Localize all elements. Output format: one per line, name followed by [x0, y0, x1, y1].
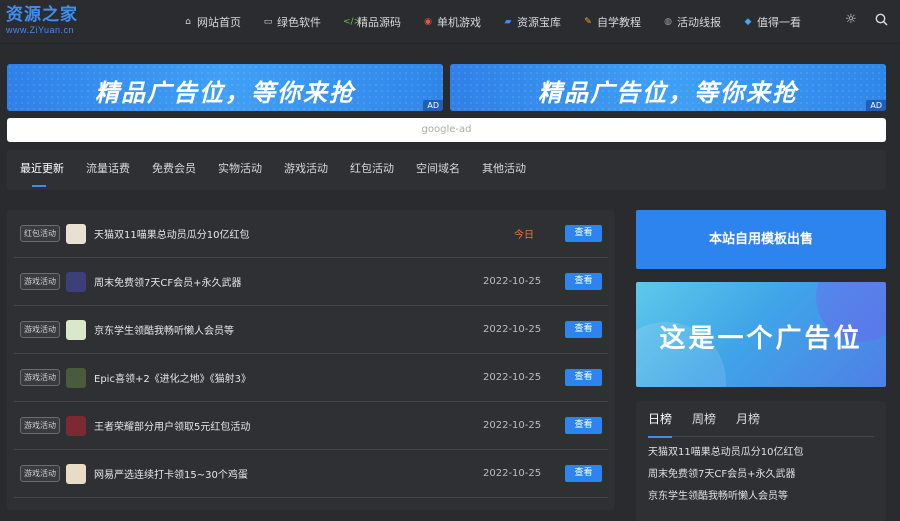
view-button[interactable]: 查看: [565, 225, 602, 242]
item-date: 2022-10-25: [483, 468, 542, 479]
logo-main-text: 资源之家: [6, 5, 78, 25]
banner-ad-text: 精品广告位，等你来抢: [95, 79, 355, 107]
folder-icon: ▰: [504, 17, 512, 27]
globe-icon: ◍: [664, 17, 672, 27]
logo-sub-text: www.ZiYuan.cn: [6, 25, 75, 35]
banner-ad-left[interactable]: 精品广告位，等你来抢 AD: [7, 64, 443, 111]
banner-ad-text: 精品广告位，等你来抢: [538, 79, 798, 107]
template-sale-button[interactable]: 本站自用模板出售: [636, 210, 886, 269]
code-icon: </>: [343, 17, 362, 27]
nav-item-2[interactable]: </> 精品源码: [343, 14, 401, 30]
tab-2[interactable]: 免费会员: [152, 150, 196, 190]
ranking-tab-0[interactable]: 日榜: [648, 401, 673, 438]
item-date: 2022-10-25: [483, 372, 542, 383]
tab-6[interactable]: 空间域名: [416, 150, 460, 190]
nav-item-label: 网站首页: [197, 16, 241, 29]
tab-4[interactable]: 游戏活动: [284, 150, 328, 190]
home-icon: ⌂: [185, 17, 191, 27]
banner-ad-row: 精品广告位，等你来抢 AD 精品广告位，等你来抢 AD: [7, 64, 886, 111]
list-item[interactable]: 游戏活动 王者荣耀部分用户领取5元红包活动 2022-10-25 查看: [14, 402, 608, 450]
item-date: 2022-10-25: [483, 276, 542, 287]
tab-1[interactable]: 流量话费: [86, 150, 130, 190]
view-button[interactable]: 查看: [565, 369, 602, 386]
nav-item-1[interactable]: ▭ 绿色软件: [263, 14, 321, 30]
list-item[interactable]: 游戏活动 京东学生领酷我畅听懒人会员等 2022-10-25 查看: [14, 306, 608, 354]
ranking-tab-1[interactable]: 周榜: [692, 401, 716, 437]
item-thumbnail: [66, 319, 86, 340]
list-item[interactable]: 红包活动 天猫双11喵果总动员瓜分10亿红包 今日 查看: [14, 210, 608, 258]
list-item[interactable]: 游戏活动 Epic喜领+2《进化之地》《猫射3》 2022-10-25 查看: [14, 354, 608, 402]
view-button[interactable]: 查看: [565, 465, 602, 482]
monitor-icon: ▭: [263, 17, 273, 27]
banner-ad-right[interactable]: 精品广告位，等你来抢 AD: [450, 64, 886, 111]
ranking-item[interactable]: 天猫双11喵果总动员瓜分10亿红包: [648, 443, 874, 463]
list-item[interactable]: 游戏活动 周末免费领7天CF会员+永久武器 2022-10-25 查看: [14, 258, 608, 306]
nav-item-6[interactable]: ◍ 活动线报: [663, 14, 721, 30]
ranking-item[interactable]: 京东学生领酷我畅听懒人会员等: [648, 487, 874, 507]
ranking-item[interactable]: 周末免费领7天CF会员+永久武器: [648, 465, 874, 485]
header-actions: ☼: [844, 12, 888, 27]
tab-0[interactable]: 最近更新: [20, 150, 64, 190]
view-button[interactable]: 查看: [565, 273, 602, 290]
ad-tag: AD: [866, 100, 886, 111]
tab-7[interactable]: 其他活动: [482, 150, 526, 190]
item-thumbnail: [66, 223, 86, 244]
nav-item-label: 资源宝库: [517, 16, 561, 29]
sidebar-ad-text: 这是一个广告位: [659, 324, 863, 354]
category-badge: 红包活动: [20, 225, 60, 242]
nav-item-label: 值得一看: [757, 16, 801, 29]
item-thumbnail: [66, 367, 86, 388]
nav-item-7[interactable]: ◆ 值得一看: [743, 14, 801, 30]
sidebar-ad[interactable]: 这是一个广告位: [636, 282, 886, 387]
nav-item-label: 自学教程: [597, 16, 641, 29]
nav-item-label: 绿色软件: [277, 16, 321, 29]
item-thumbnail: [66, 271, 86, 292]
item-date: 2022-10-25: [483, 324, 542, 335]
google-ad-slot[interactable]: google-ad: [7, 118, 886, 142]
nav-item-label: 活动线报: [677, 16, 721, 29]
nav-item-5[interactable]: ✎ 自学教程: [583, 14, 641, 30]
category-tabs: 最近更新 流量话费 免费会员 实物活动 游戏活动 红包活动 空间域名 其他活动: [7, 150, 886, 190]
ranking-tabs: 日榜 周榜 月榜: [648, 401, 874, 438]
nav-item-label: 精品源码: [357, 16, 401, 29]
activity-list: 红包活动 天猫双11喵果总动员瓜分10亿红包 今日 查看 游戏活动 周末免费领7天CF会员…: [7, 210, 615, 510]
ranking-panel: 日榜 周榜 月榜 天猫双11喵果总动员瓜分10亿红包 周末免费领7天CF会员+永久武器…: [636, 401, 886, 521]
item-date: 2022-10-25: [483, 420, 542, 431]
item-thumbnail: [66, 463, 86, 484]
ranking-list: 天猫双11喵果总动员瓜分10亿红包 周末免费领7天CF会员+永久武器 京东学生领酷我…: [648, 437, 874, 507]
nav-item-3[interactable]: ◉ 单机游戏: [423, 14, 481, 30]
diamond-icon: ◆: [744, 17, 752, 27]
theme-toggle-icon[interactable]: ☼: [844, 12, 858, 27]
category-badge: 游戏活动: [20, 321, 60, 338]
view-button[interactable]: 查看: [565, 321, 602, 338]
ranking-tab-2[interactable]: 月榜: [736, 401, 760, 437]
view-button[interactable]: 查看: [565, 417, 602, 434]
gamepad-icon: ◉: [424, 17, 432, 27]
ad-tag: AD: [423, 100, 443, 111]
item-thumbnail: [66, 415, 86, 436]
pencil-icon: ✎: [584, 17, 592, 27]
list-item[interactable]: 游戏活动 网易严选连续打卡领15~30个鸡蛋 2022-10-25 查看: [14, 450, 608, 498]
main-nav: ⌂ 网站首页 ▭ 绿色软件 </> 精品源码 ◉ 单机游戏 ▰ 资源宝库 ✎ 自学教程 ◍ 活动线报 ◆ 值得…: [183, 0, 823, 44]
category-badge: 游戏活动: [20, 465, 60, 482]
nav-item-4[interactable]: ▰ 资源宝库: [503, 14, 561, 30]
category-badge: 游戏活动: [20, 417, 60, 434]
tab-5[interactable]: 红包活动: [350, 150, 394, 190]
tab-3[interactable]: 实物活动: [218, 150, 262, 190]
category-badge: 游戏活动: [20, 273, 60, 290]
nav-item-0[interactable]: ⌂ 网站首页: [183, 14, 241, 30]
search-icon[interactable]: [874, 12, 888, 26]
item-date: 今日: [514, 230, 534, 241]
category-badge: 游戏活动: [20, 369, 60, 386]
nav-item-label: 单机游戏: [437, 16, 481, 29]
site-header: 资源之家 www.ZiYuan.cn ⌂ 网站首页 ▭ 绿色软件 </> 精品源码 ◉ 单机游…: [0, 0, 900, 44]
site-logo[interactable]: 资源之家 www.ZiYuan.cn: [6, 5, 96, 35]
